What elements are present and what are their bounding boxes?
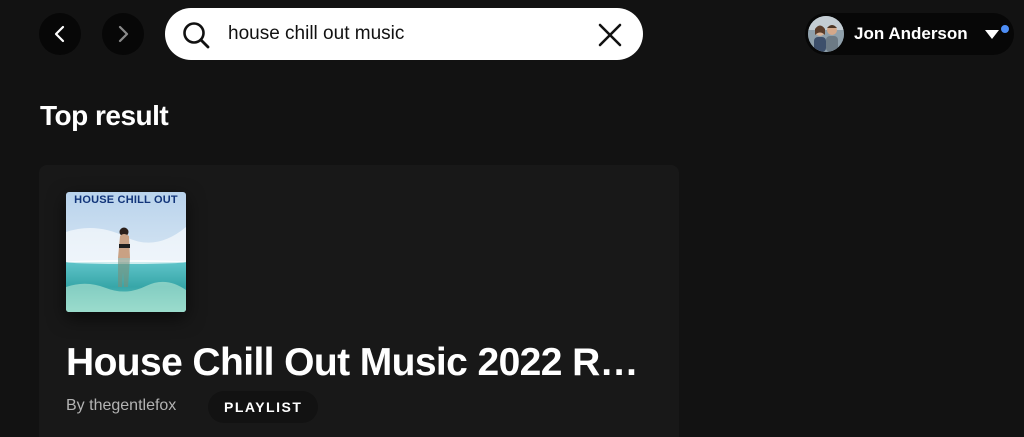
user-name: Jon Anderson bbox=[854, 24, 968, 43]
notification-dot bbox=[1000, 24, 1010, 34]
playlist-cover-image: HOUSE CHILL OUT bbox=[66, 192, 186, 312]
by-prefix: By bbox=[66, 397, 85, 414]
owner-link[interactable]: thegentlefox bbox=[89, 397, 176, 414]
app-root: Jon Anderson Top result bbox=[0, 0, 1024, 437]
result-title[interactable]: House Chill Out Music 2022 Relax bbox=[66, 341, 656, 385]
section-title-top-result: Top result bbox=[40, 100, 169, 131]
close-icon[interactable] bbox=[596, 21, 624, 49]
search-input[interactable] bbox=[228, 20, 588, 48]
chevron-left-icon bbox=[54, 25, 65, 43]
back-button[interactable] bbox=[39, 13, 81, 55]
type-badge: PLAYLIST bbox=[208, 391, 319, 423]
forward-button[interactable] bbox=[102, 13, 144, 55]
search-icon bbox=[183, 22, 210, 49]
top-result-card[interactable]: HOUSE CHILL OUT House Chill Out Music 20… bbox=[39, 165, 679, 437]
caret-down-icon bbox=[985, 30, 999, 39]
user-menu-button[interactable]: Jon Anderson bbox=[805, 13, 1014, 55]
avatar bbox=[808, 16, 844, 52]
result-byline: By thegentlefox bbox=[66, 397, 176, 415]
cover-title-text: HOUSE CHILL OUT bbox=[74, 194, 178, 206]
search-bar[interactable] bbox=[165, 8, 643, 60]
chevron-right-icon bbox=[118, 25, 129, 43]
